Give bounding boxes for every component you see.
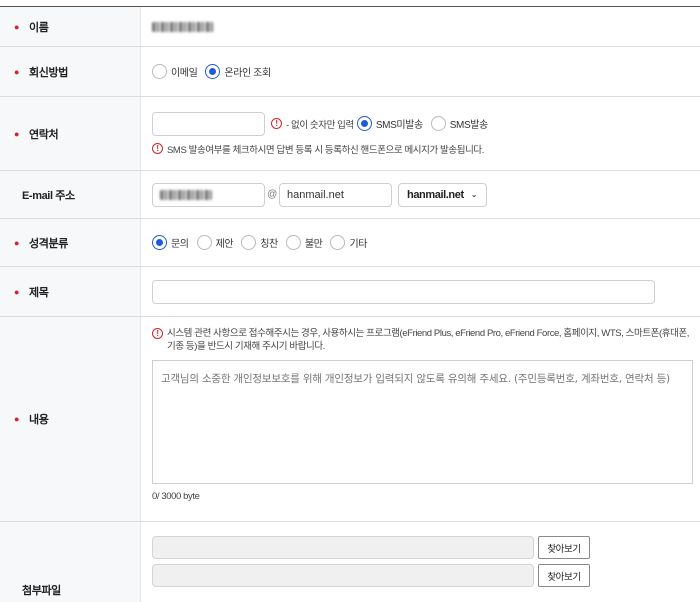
value-cell-content: ! 시스템 관련 사항으로 접수해주시는 경우, 사용하시는 프로그램(eFri… [141, 317, 700, 521]
name-label: 이름 [29, 21, 49, 34]
radio-category-praise[interactable]: 칭찬 [241, 235, 278, 250]
label-cell-subject: ● 제목 [0, 267, 141, 316]
reply-method-label: 회신방법 [29, 66, 68, 79]
row-category: ● 성격분류 문의 제안 칭찬 불만 기타 [0, 219, 700, 267]
attachment-label: 첨부파일 [22, 585, 61, 597]
contact-label: 연락처 [29, 128, 59, 141]
file-input-1[interactable] [152, 536, 534, 559]
content-textarea[interactable] [152, 360, 693, 484]
radio-circle-checked[interactable] [356, 116, 372, 131]
email-id-input[interactable] [152, 182, 265, 207]
radio-label-complaint: 불만 [304, 239, 323, 250]
email-domain-input[interactable] [279, 182, 392, 207]
radio-label-inquiry: 문의 [171, 239, 189, 250]
label-cell-reply-method: ● 회신방법 [0, 47, 141, 96]
radio-category-suggestion[interactable]: 제안 [196, 235, 234, 250]
value-cell-contact: ! - 없이 숫자만 입력 SMS미발송 SMS발송 ! SMS 발송여부를 체… [141, 97, 700, 170]
inquiry-form: ● 이름 ● 회신방법 이메일 온라인 조회 ● 연락처 ! - 없이 숫자만 … [0, 6, 700, 602]
radio-circle[interactable] [430, 116, 446, 131]
content-label: 내용 [29, 414, 49, 426]
label-cell-category: ● 성격분류 [0, 219, 141, 266]
radio-category-other[interactable]: 기타 [330, 235, 367, 250]
radio-label-other: 기타 [349, 239, 368, 250]
at-sign-icon: @ [267, 189, 277, 200]
chevron-down-icon: ⌄ [470, 190, 478, 199]
radio-label-sms-yes: SMS발송 [449, 120, 488, 131]
phone-input[interactable] [152, 111, 265, 136]
row-email: E-mail 주소 @ hanmail.net ⌄ [0, 171, 700, 219]
value-cell-subject [141, 267, 700, 316]
file-input-2[interactable] [152, 564, 534, 587]
value-cell-attachment: 찾아보기 찾아보기 [141, 522, 700, 602]
browse-button-2[interactable]: 찾아보기 [538, 564, 590, 587]
value-cell-email: @ hanmail.net ⌄ [141, 171, 700, 218]
radio-circle-checked[interactable] [152, 235, 167, 250]
value-cell-category: 문의 제안 칭찬 불만 기타 [141, 219, 700, 266]
radio-circle[interactable] [196, 235, 212, 250]
email-domain-select[interactable]: hanmail.net ⌄ [398, 182, 487, 207]
radio-sms-yes[interactable]: SMS발송 [430, 116, 488, 131]
required-dot-icon: ● [14, 237, 20, 248]
required-dot-icon: ● [14, 128, 20, 139]
label-cell-attachment: 첨부파일 [0, 522, 141, 602]
radio-circle[interactable] [241, 235, 257, 250]
required-dot-icon: ● [14, 414, 20, 424]
radio-reply-email[interactable]: 이메일 [152, 64, 198, 79]
row-content: ● 내용 ! 시스템 관련 사항으로 접수해주시는 경우, 사용하시는 프로그램… [0, 317, 700, 522]
email-id-redacted [160, 189, 212, 200]
label-cell-email: E-mail 주소 [0, 171, 141, 218]
radio-circle-checked[interactable] [205, 64, 221, 79]
row-contact: ● 연락처 ! - 없이 숫자만 입력 SMS미발송 SMS발송 ! SMS 발… [0, 97, 700, 171]
radio-circle[interactable] [330, 235, 346, 250]
value-cell-name [141, 7, 700, 46]
exclamation-circle-icon: ! [271, 118, 282, 129]
radio-label-suggestion: 제안 [215, 239, 234, 250]
radio-category-complaint[interactable]: 불만 [285, 235, 323, 250]
radio-sms-no[interactable]: SMS미발송 [356, 116, 423, 131]
email-domain-select-value: hanmail.net [407, 188, 464, 201]
value-cell-reply-method: 이메일 온라인 조회 [141, 47, 700, 96]
content-notice: 시스템 관련 사항으로 접수해주시는 경우, 사용하시는 프로그램(eFrien… [167, 328, 690, 352]
exclamation-circle-icon: ! [152, 143, 163, 154]
row-reply-method: ● 회신방법 이메일 온라인 조회 [0, 47, 700, 97]
email-label: E-mail 주소 [22, 189, 75, 202]
label-cell-contact: ● 연락처 [0, 97, 141, 170]
required-dot-icon: ● [14, 21, 20, 32]
radio-label-online: 온라인 조회 [224, 68, 271, 79]
radio-category-inquiry[interactable]: 문의 [152, 235, 189, 250]
radio-label-email: 이메일 [171, 68, 198, 79]
radio-circle[interactable] [285, 235, 301, 250]
required-dot-icon: ● [14, 286, 20, 297]
name-value-redacted [152, 21, 214, 32]
browse-button-1[interactable]: 찾아보기 [538, 536, 590, 559]
exclamation-circle-icon: ! [152, 328, 163, 339]
radio-circle[interactable] [152, 64, 167, 79]
row-attachment: 첨부파일 찾아보기 찾아보기 [0, 522, 700, 602]
subject-label: 제목 [29, 286, 49, 299]
row-name: ● 이름 [0, 7, 700, 47]
category-label: 성격분류 [29, 237, 68, 250]
label-cell-name: ● 이름 [0, 7, 141, 46]
byte-counter: 0/ 3000 byte [152, 491, 200, 502]
radio-label-sms-no: SMS미발송 [375, 120, 423, 131]
subject-input[interactable] [152, 279, 655, 304]
sms-note: SMS 발송여부를 체크하시면 답변 등록 시 등록하신 핸드폰으로 메시지가 … [167, 144, 485, 156]
row-subject: ● 제목 [0, 267, 700, 317]
radio-reply-online[interactable]: 온라인 조회 [205, 64, 271, 79]
required-dot-icon: ● [14, 66, 20, 77]
radio-label-praise: 칭찬 [260, 239, 278, 250]
label-cell-content: ● 내용 [0, 317, 141, 521]
phone-hint: - 없이 숫자만 입력 [286, 119, 354, 131]
